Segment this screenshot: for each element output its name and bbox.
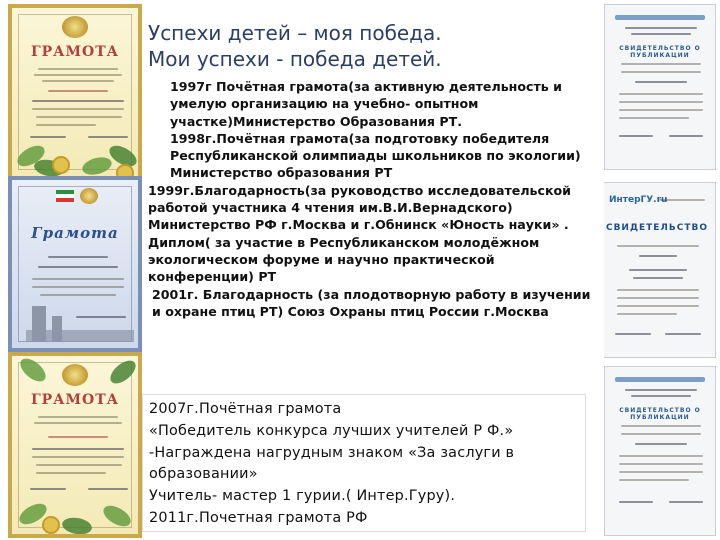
slide-title-line: Мои успехи - победа детей. [148,47,442,71]
text-line [621,433,701,435]
certificate-gramota-1: ГРАМОТА [8,4,142,180]
text-line [621,425,701,427]
text-line [619,117,689,119]
kremlin-wall-icon [26,330,134,342]
text-line [659,199,705,201]
certificate-title: Грамота [31,224,119,242]
later-achievements-list: 2007г.Почётная грамота «Победитель конку… [149,399,583,530]
flower-ornament-icon [52,156,70,174]
text-line [32,286,124,288]
emblem-icon [80,188,98,204]
text-line [615,333,651,335]
text-line [617,245,699,247]
text-line [38,68,118,70]
text-line [619,101,703,103]
text-line [48,90,108,92]
achievement-item: 2001г. Благодарность (за плодотворную ра… [152,286,591,319]
later-achievement-item: 2011г.Почетная грамота РФ [149,509,368,526]
emblem-icon [62,364,88,386]
text-line [635,443,687,445]
certificate-title: ГРАМОТА [30,44,120,60]
text-line [48,436,108,438]
text-line [619,501,653,503]
text-line [32,278,124,280]
certificate-publication-1: СВИДЕТЕЛЬСТВО О ПУБЛИКАЦИИ [604,4,716,170]
text-line [621,63,701,65]
text-line [669,135,703,137]
text-line [36,124,96,126]
later-achievement-item: -Награждена нагрудным знаком «За заслуги… [149,444,515,483]
text-line [619,455,703,457]
certificate-gramota-3: ГРАМОТА [8,352,142,538]
text-line [617,313,677,315]
text-line [619,479,689,481]
achievement-item: 1998г.Почётная грамота(за подготовку поб… [170,130,581,181]
certificate-heading: СВИДЕТЕЛЬСТВО [605,223,709,233]
text-line [88,488,128,490]
text-line [669,501,703,503]
text-line [36,116,122,118]
text-line [631,33,691,35]
certificate-heading: СВИДЕТЕЛЬСТВО О ПУБЛИКАЦИИ [619,45,701,59]
achievement-item: Диплом( за участие в Республиканском мол… [148,234,540,285]
slide-title: Успехи детей – моя победа. Мои успехи - … [148,20,442,72]
flower-ornament-icon [42,516,60,534]
text-line [617,305,699,307]
text-line [631,395,691,397]
text-line [30,488,66,490]
text-line [34,74,122,76]
text-line [617,289,699,291]
achievement-item: 1997г Почётная грамота(за активную деяте… [170,79,562,129]
achievement-item: 1999г.Благодарность(за руководство иссле… [148,182,572,233]
flag-icon [56,190,74,202]
later-achievement-item: Учитель- мастер 1 гурии.( Интер.Гуру). [149,488,456,505]
text-line [32,108,124,110]
certificate-header-bar [615,377,705,382]
text-line [621,71,701,73]
certificate-header-bar [615,15,705,20]
text-line [633,277,683,279]
later-achievement-item: «Победитель конкурса лучших учителей Р Ф… [149,422,514,439]
text-line [625,27,697,29]
text-line [38,266,118,268]
text-line [665,333,701,335]
later-achievements-panel: 2007г.Почётная грамота «Победитель конку… [142,394,586,532]
certificate-title: ГРАМОТА [30,392,120,408]
text-line [36,472,106,474]
certificate-intergu: ИнтерГУ.ru СВИДЕТЕЛЬСТВО [598,182,716,358]
text-line [617,297,699,299]
slide-title-line: Успехи детей – моя победа. [148,21,442,45]
achievements-list: 1997г Почётная грамота(за активную деяте… [148,78,602,320]
text-line [635,81,687,83]
text-line [619,471,703,473]
text-line [619,135,653,137]
achievements-panel: Успехи детей – моя победа. Мои успехи - … [142,14,604,386]
text-line [619,93,703,95]
text-line [34,422,122,424]
text-line [48,256,108,258]
certificate-publication-2: СВИДЕТЕЛЬСТВО О ПУБЛИКАЦИИ [604,366,716,536]
text-line [32,448,124,450]
text-line [639,255,677,257]
text-line [32,456,124,458]
emblem-icon [62,16,88,38]
text-line [42,80,114,82]
text-line [619,463,703,465]
text-line [625,389,697,391]
text-line [30,136,66,138]
text-line [88,136,128,138]
text-line [40,294,116,296]
text-line [32,100,124,102]
later-achievement-item: 2007г.Почётная грамота [149,401,342,417]
text-line [629,269,687,271]
text-line [38,416,118,418]
certificate-gramota-2: Грамота [8,176,142,352]
text-line [619,109,703,111]
text-line [76,316,126,318]
certificate-heading: СВИДЕТЕЛЬСТВО О ПУБЛИКАЦИИ [619,407,701,421]
text-line [36,464,122,466]
